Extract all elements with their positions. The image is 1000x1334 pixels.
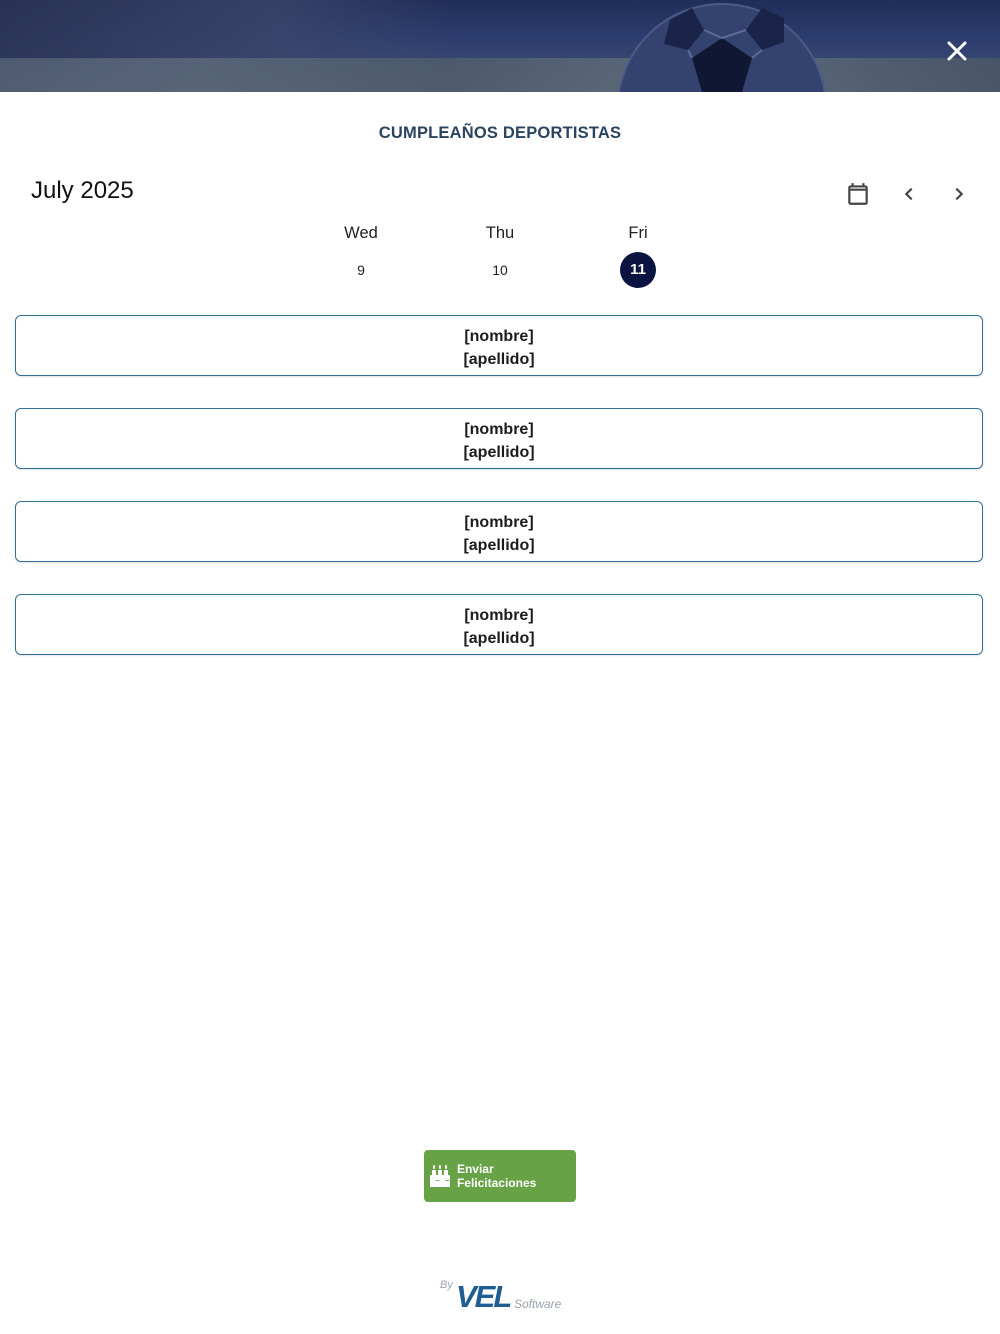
- cake-icon: [429, 1165, 450, 1187]
- birthday-screen: CUMPLEAÑOS DEPORTISTAS July 2025 Wed 9 T…: [0, 0, 1000, 1334]
- day-name: Wed: [344, 224, 378, 242]
- day-thu[interactable]: Thu 10: [460, 222, 540, 288]
- first-name: [nombre]: [464, 514, 534, 531]
- day-number: 9: [357, 262, 365, 278]
- soccer-ball-image: [618, 3, 826, 92]
- birthday-card[interactable]: [nombre] [apellido]: [15, 408, 983, 469]
- month-label: July 2025: [31, 177, 134, 204]
- day-wed[interactable]: Wed 9: [321, 222, 401, 288]
- footer-suffix: Software: [514, 1297, 562, 1311]
- footer-by: By: [440, 1279, 453, 1291]
- last-name: [apellido]: [463, 444, 535, 461]
- send-greetings-label: Enviar Felicitaciones: [456, 1162, 537, 1190]
- footer-logo: By VEL Software: [438, 1276, 568, 1316]
- day-number: 10: [492, 262, 508, 278]
- last-name: [apellido]: [463, 630, 535, 647]
- first-name: [nombre]: [464, 421, 534, 438]
- last-name: [apellido]: [463, 537, 535, 554]
- last-name: [apellido]: [463, 351, 535, 368]
- birthday-card[interactable]: [nombre] [apellido]: [15, 315, 983, 376]
- birthday-card[interactable]: [nombre] [apellido]: [15, 501, 983, 562]
- close-icon: [947, 41, 967, 61]
- footer-brand: VEL: [456, 1279, 512, 1314]
- day-number: 11: [620, 252, 656, 288]
- close-button[interactable]: [940, 34, 974, 68]
- chevron-right-icon[interactable]: [946, 181, 972, 207]
- day-name: Fri: [628, 224, 648, 242]
- page-title: CUMPLEAÑOS DEPORTISTAS: [378, 124, 622, 142]
- birthday-card[interactable]: [nombre] [apellido]: [15, 594, 983, 655]
- send-greetings-button[interactable]: Enviar Felicitaciones: [424, 1150, 576, 1202]
- first-name: [nombre]: [464, 328, 534, 345]
- day-name: Thu: [485, 224, 515, 242]
- calendar-icon[interactable]: [845, 181, 871, 207]
- header-banner: [0, 0, 1000, 92]
- day-fri-selected[interactable]: Fri 11: [598, 222, 678, 288]
- first-name: [nombre]: [464, 607, 534, 624]
- chevron-left-icon[interactable]: [896, 181, 922, 207]
